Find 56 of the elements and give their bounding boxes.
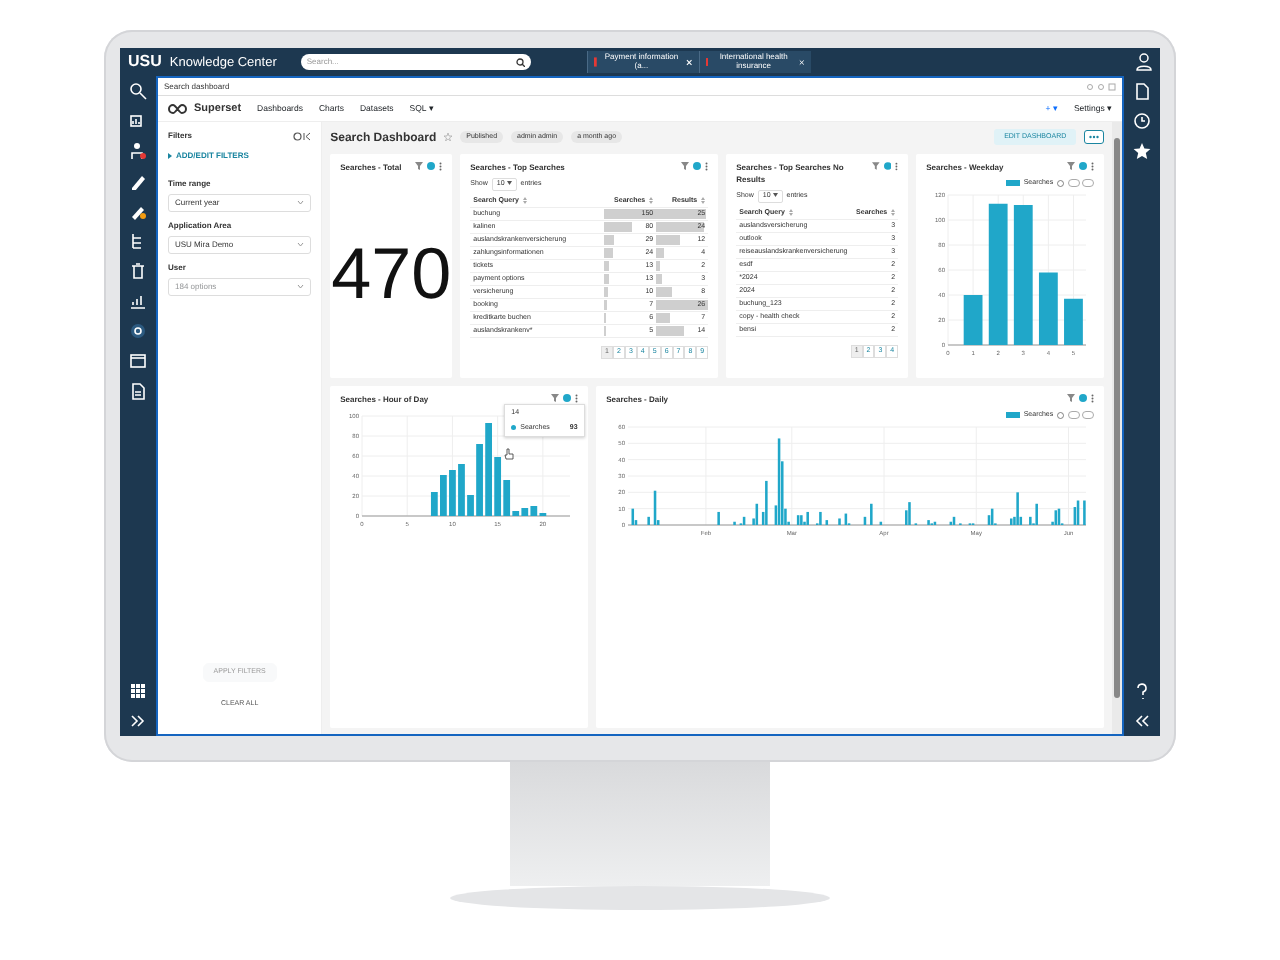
filter-icon[interactable]: [1067, 162, 1076, 170]
sort-icon: [891, 209, 896, 217]
chart-bar: [1064, 298, 1084, 345]
caret-right-icon: [168, 153, 172, 159]
info-badge-icon[interactable]: [563, 394, 572, 402]
info-badge-icon[interactable]: [1079, 162, 1088, 170]
filter-icon[interactable]: [681, 162, 690, 170]
gear-icon[interactable]: [129, 322, 147, 340]
logo-text: USU: [128, 51, 162, 74]
more-icon: [1089, 134, 1100, 139]
expand-icon[interactable]: [129, 712, 147, 730]
scrollbar[interactable]: [1112, 122, 1122, 734]
help-icon[interactable]: [1133, 682, 1151, 700]
search-icon: [515, 57, 525, 67]
sort-icon: [701, 197, 706, 205]
search-icon[interactable]: [129, 82, 147, 100]
more-button[interactable]: [1084, 130, 1105, 144]
sort-icon: [788, 209, 793, 217]
tree-icon[interactable]: [129, 232, 147, 250]
edit-icon[interactable]: [129, 202, 147, 220]
hand-cursor-icon: [504, 448, 515, 460]
filter-icon[interactable]: [415, 162, 424, 170]
chart-bar: [1014, 204, 1033, 345]
chart-bar: [963, 294, 983, 345]
caret-icon: [772, 193, 778, 198]
stats-icon[interactable]: [129, 292, 147, 310]
filter-icon[interactable]: [872, 162, 880, 170]
info-badge-icon[interactable]: [427, 162, 436, 170]
chart-bar: [989, 203, 1008, 345]
sort-icon: [522, 197, 527, 205]
tab-marker-icon: [593, 57, 597, 67]
legend-swatch-icon: [1005, 180, 1020, 187]
chart-bar: [1039, 272, 1058, 345]
grid-icon[interactable]: [129, 682, 147, 700]
series-dot-icon: [511, 425, 517, 431]
big-number: 470: [331, 232, 452, 318]
info-badge-icon[interactable]: [693, 162, 702, 170]
infinity-logo-icon: [168, 103, 190, 114]
info-badge-icon[interactable]: [883, 162, 892, 170]
chart-search-icon[interactable]: [129, 112, 147, 130]
person-icon[interactable]: [129, 142, 147, 160]
pen-icon[interactable]: [129, 172, 147, 190]
scroll-thumb[interactable]: [1114, 138, 1121, 698]
star-icon[interactable]: [1133, 142, 1151, 160]
document-icon[interactable]: [129, 382, 147, 400]
trash-icon[interactable]: [129, 262, 147, 280]
tab-marker-icon: [705, 57, 709, 67]
filter-icon[interactable]: [1067, 394, 1076, 402]
window-icon[interactable]: [129, 352, 147, 370]
sort-icon: [649, 197, 654, 205]
legend-swatch-icon: [1005, 412, 1020, 419]
user-icon[interactable]: [1136, 53, 1152, 71]
info-badge-icon[interactable]: [1079, 394, 1088, 402]
clock-icon[interactable]: [1133, 112, 1151, 130]
document-icon[interactable]: [1133, 82, 1151, 100]
caret-icon: [506, 181, 512, 186]
